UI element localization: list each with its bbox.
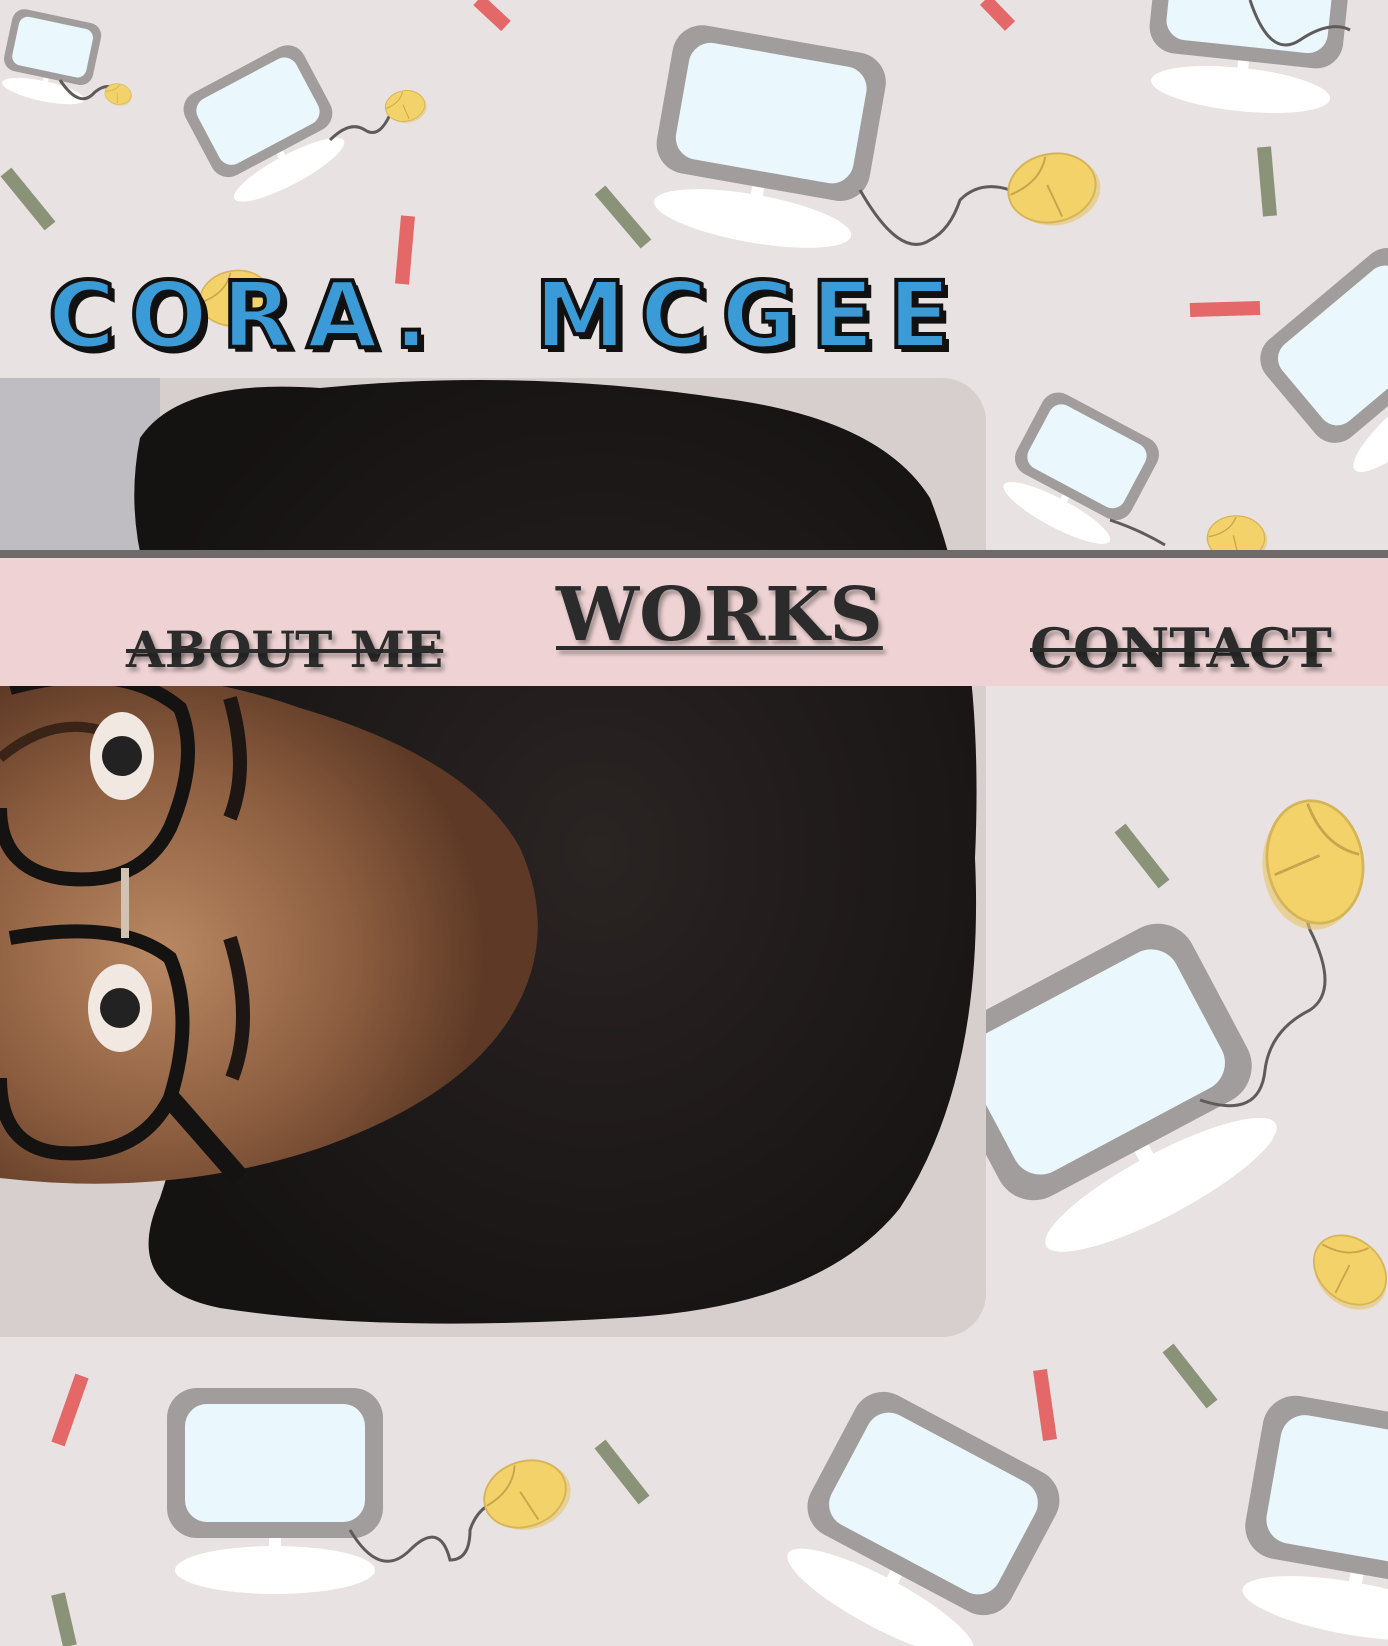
main-navigation: ABOUT ME WORKS CONTACT [0, 550, 1388, 686]
computer-monitor-icon [177, 38, 356, 215]
confetti-stick [594, 185, 652, 249]
confetti-stick [1033, 1369, 1057, 1441]
computer-mouse-icon [1250, 791, 1375, 939]
confetti-stick [473, 0, 511, 32]
nav-link-about-me[interactable]: ABOUT ME [126, 620, 443, 679]
confetti-stick [979, 0, 1016, 31]
computer-monitor-icon [0, 6, 104, 111]
confetti-stick [1257, 146, 1277, 217]
computer-mouse-icon [382, 86, 430, 127]
confetti-stick [1114, 823, 1170, 889]
computer-mouse-icon [1296, 1220, 1388, 1325]
computer-mouse-icon [1000, 143, 1108, 236]
computer-monitor-icon [1229, 1390, 1388, 1646]
confetti-stick [1162, 1343, 1218, 1409]
profile-photo [0, 378, 986, 1337]
confetti-stick [51, 1592, 77, 1646]
computer-monitor-icon [1141, 0, 1355, 122]
confetti-stick [1189, 301, 1261, 317]
confetti-stick [594, 1439, 650, 1505]
computer-monitor-icon [642, 20, 891, 261]
computer-monitor-icon [167, 1388, 383, 1594]
confetti-stick [51, 1373, 89, 1447]
confetti-stick [0, 167, 56, 231]
computer-monitor-icon [768, 1380, 1071, 1646]
computer-monitor-icon [1249, 237, 1388, 490]
computer-mouse-icon [473, 1447, 582, 1544]
site-title: CORA. MCGEE [46, 262, 965, 369]
nav-link-contact[interactable]: CONTACT [1030, 616, 1332, 680]
nav-link-works[interactable]: WORKS [556, 572, 883, 658]
